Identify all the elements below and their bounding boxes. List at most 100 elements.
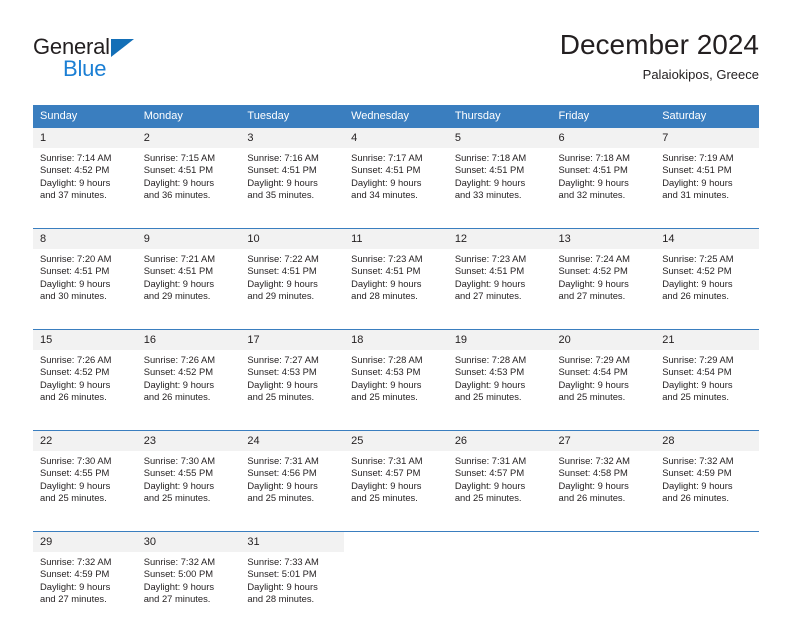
day-number[interactable]: 14 xyxy=(655,229,759,249)
day-number[interactable]: 20 xyxy=(551,330,656,350)
day-cell[interactable]: Sunrise: 7:24 AM Sunset: 4:52 PM Daylight:… xyxy=(551,249,656,320)
day-number[interactable]: 17 xyxy=(240,330,345,350)
day-cell[interactable]: Sunrise: 7:15 AM Sunset: 4:51 PM Daylight:… xyxy=(136,148,241,219)
day-number[interactable]: 31 xyxy=(240,532,345,552)
empty-day-cell xyxy=(447,552,552,623)
day-number[interactable]: 8 xyxy=(33,229,137,249)
day-number[interactable]: 5 xyxy=(447,128,552,148)
day-number[interactable]: 3 xyxy=(240,128,345,148)
day-daylight-text: Daylight: 9 hours xyxy=(558,378,629,390)
general-blue-logo[interactable]: General Blue xyxy=(33,34,253,90)
day-sunset-text: Sunset: 4:51 PM xyxy=(143,265,214,277)
day-cell[interactable]: Sunrise: 7:31 AM Sunset: 4:57 PM Daylight:… xyxy=(344,451,448,522)
day-daylight-text: Daylight: 9 hours xyxy=(247,479,318,491)
day-daylight-text: and 31 minutes. xyxy=(662,189,729,201)
day-cell[interactable]: Sunrise: 7:26 AM Sunset: 4:52 PM Daylight:… xyxy=(33,350,137,421)
day-number[interactable]: 7 xyxy=(655,128,759,148)
day-number[interactable]: 28 xyxy=(655,431,759,451)
week-separator-cell xyxy=(33,522,759,532)
day-cell[interactable]: Sunrise: 7:20 AM Sunset: 4:51 PM Daylight:… xyxy=(33,249,137,320)
week-daynumber-row: 1234567 xyxy=(33,128,759,148)
day-cell[interactable]: Sunrise: 7:33 AM Sunset: 5:01 PM Daylight:… xyxy=(240,552,345,623)
day-number[interactable]: 2 xyxy=(136,128,241,148)
empty-day-number xyxy=(447,532,552,552)
day-cell[interactable]: Sunrise: 7:16 AM Sunset: 4:51 PM Daylight:… xyxy=(240,148,345,219)
day-cell[interactable]: Sunrise: 7:21 AM Sunset: 4:51 PM Daylight:… xyxy=(136,249,241,320)
day-number[interactable]: 9 xyxy=(136,229,241,249)
day-number[interactable]: 27 xyxy=(551,431,656,451)
day-sunrise-text: Sunrise: 7:31 AM xyxy=(454,455,527,466)
day-daylight-text: and 37 minutes. xyxy=(40,189,107,201)
day-cell[interactable]: Sunrise: 7:18 AM Sunset: 4:51 PM Daylight:… xyxy=(447,148,552,219)
day-sunset-text: Sunset: 4:51 PM xyxy=(454,265,525,277)
day-cell[interactable]: Sunrise: 7:22 AM Sunset: 4:51 PM Daylight:… xyxy=(240,249,345,320)
day-daylight-text: and 27 minutes. xyxy=(143,593,211,605)
day-number[interactable]: 22 xyxy=(33,431,137,451)
week-detail-row: Sunrise: 7:20 AM Sunset: 4:51 PM Daylight:… xyxy=(33,249,759,320)
day-daylight-text: Daylight: 9 hours xyxy=(662,277,733,289)
day-cell[interactable]: Sunrise: 7:31 AM Sunset: 4:56 PM Daylight:… xyxy=(240,451,345,522)
day-cell[interactable]: Sunrise: 7:32 AM Sunset: 5:00 PM Daylight:… xyxy=(136,552,241,623)
day-cell[interactable]: Sunrise: 7:27 AM Sunset: 4:53 PM Daylight:… xyxy=(240,350,345,421)
day-number[interactable]: 25 xyxy=(344,431,448,451)
day-cell[interactable]: Sunrise: 7:31 AM Sunset: 4:57 PM Daylight:… xyxy=(447,451,552,522)
day-sunset-text: Sunset: 4:52 PM xyxy=(40,366,110,378)
day-daylight-text: Daylight: 9 hours xyxy=(558,176,629,188)
day-cell[interactable]: Sunrise: 7:19 AM Sunset: 4:51 PM Daylight:… xyxy=(655,148,759,219)
day-daylight-text: and 25 minutes. xyxy=(247,492,315,504)
day-daylight-text: Daylight: 9 hours xyxy=(247,277,318,289)
week-detail-row: Sunrise: 7:14 AM Sunset: 4:52 PM Daylight:… xyxy=(33,148,759,219)
day-cell[interactable]: Sunrise: 7:29 AM Sunset: 4:54 PM Daylight:… xyxy=(655,350,759,421)
day-cell[interactable]: Sunrise: 7:28 AM Sunset: 4:53 PM Daylight:… xyxy=(447,350,552,421)
empty-day-number xyxy=(655,532,759,552)
day-daylight-text: and 26 minutes. xyxy=(143,391,211,403)
day-cell[interactable]: Sunrise: 7:30 AM Sunset: 4:55 PM Daylight:… xyxy=(136,451,241,522)
day-cell[interactable]: Sunrise: 7:32 AM Sunset: 4:59 PM Daylight:… xyxy=(33,552,137,623)
day-cell[interactable]: Sunrise: 7:32 AM Sunset: 4:59 PM Daylight:… xyxy=(655,451,759,522)
day-number[interactable]: 19 xyxy=(447,330,552,350)
day-number[interactable]: 4 xyxy=(344,128,448,148)
day-cell[interactable]: Sunrise: 7:14 AM Sunset: 4:52 PM Daylight:… xyxy=(33,148,137,219)
day-daylight-text: Daylight: 9 hours xyxy=(351,277,422,289)
day-sunrise-text: Sunrise: 7:31 AM xyxy=(247,455,319,466)
day-cell[interactable]: Sunrise: 7:23 AM Sunset: 4:51 PM Daylight:… xyxy=(344,249,448,320)
day-daylight-text: and 27 minutes. xyxy=(454,290,522,302)
week-daynumber-row: 8 9 10 11 12 13 14 xyxy=(33,229,759,249)
day-number[interactable]: 16 xyxy=(136,330,241,350)
day-number[interactable]: 30 xyxy=(136,532,241,552)
day-cell[interactable]: Sunrise: 7:30 AM Sunset: 4:55 PM Daylight:… xyxy=(33,451,137,522)
day-sunset-text: Sunset: 4:54 PM xyxy=(662,366,732,378)
day-cell[interactable]: Sunrise: 7:18 AM Sunset: 4:51 PM Daylight:… xyxy=(551,148,656,219)
day-number[interactable]: 24 xyxy=(240,431,345,451)
day-sunset-text: Sunset: 4:51 PM xyxy=(351,265,421,277)
day-cell[interactable]: Sunrise: 7:23 AM Sunset: 4:51 PM Daylight:… xyxy=(447,249,552,320)
day-sunrise-text: Sunrise: 7:26 AM xyxy=(40,354,112,365)
day-number[interactable]: 15 xyxy=(33,330,137,350)
day-sunset-text: Sunset: 4:51 PM xyxy=(143,164,214,176)
day-number[interactable]: 29 xyxy=(33,532,137,552)
week-separator xyxy=(33,320,759,330)
day-daylight-text: Daylight: 9 hours xyxy=(40,479,111,491)
day-number[interactable]: 10 xyxy=(240,229,345,249)
day-number[interactable]: 13 xyxy=(551,229,656,249)
day-daylight-text: and 25 minutes. xyxy=(454,391,522,403)
day-number[interactable]: 6 xyxy=(551,128,656,148)
day-number[interactable]: 18 xyxy=(344,330,448,350)
day-cell[interactable]: Sunrise: 7:26 AM Sunset: 4:52 PM Daylight:… xyxy=(136,350,241,421)
day-number[interactable]: 12 xyxy=(447,229,552,249)
day-number[interactable]: 1 xyxy=(33,128,137,148)
day-cell[interactable]: Sunrise: 7:25 AM Sunset: 4:52 PM Daylight:… xyxy=(655,249,759,320)
day-number[interactable]: 26 xyxy=(447,431,552,451)
day-cell[interactable]: Sunrise: 7:32 AM Sunset: 4:58 PM Daylight:… xyxy=(551,451,656,522)
day-daylight-text: and 26 minutes. xyxy=(40,391,107,403)
day-cell[interactable]: Sunrise: 7:29 AM Sunset: 4:54 PM Daylight:… xyxy=(551,350,656,421)
day-cell[interactable]: Sunrise: 7:17 AM Sunset: 4:51 PM Daylight:… xyxy=(344,148,448,219)
day-daylight-text: and 29 minutes. xyxy=(247,290,315,302)
day-daylight-text: and 36 minutes. xyxy=(143,189,211,201)
day-cell[interactable]: Sunrise: 7:28 AM Sunset: 4:53 PM Daylight:… xyxy=(344,350,448,421)
day-daylight-text: and 26 minutes. xyxy=(662,290,729,302)
day-number[interactable]: 21 xyxy=(655,330,759,350)
day-number[interactable]: 11 xyxy=(344,229,448,249)
day-sunset-text: Sunset: 4:59 PM xyxy=(662,467,732,479)
day-number[interactable]: 23 xyxy=(136,431,241,451)
